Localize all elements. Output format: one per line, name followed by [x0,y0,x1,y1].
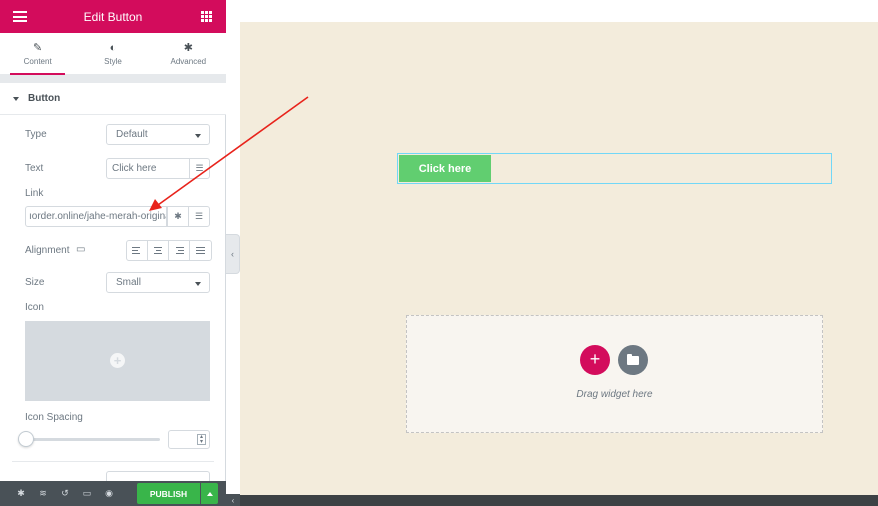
gear-icon[interactable]: ✱ [12,481,30,506]
alignment-choices [126,240,212,261]
publish-button[interactable]: PUBLISH [137,483,200,504]
contrast-icon: ◐ [109,41,117,54]
icon-picker[interactable]: + [25,321,210,401]
dynamic-tags-button[interactable]: ☰ [189,158,210,179]
text-input[interactable]: Click here [106,158,190,179]
button-widget[interactable]: Click here [397,153,832,184]
tab-style-label: Style [104,56,122,66]
chevron-left-icon: ‹ [231,495,235,505]
editor-window: Edit Button ✎ Content ◐ Style ✱ Advanced… [0,0,878,506]
type-select[interactable]: Default [106,124,210,145]
widgets-grid-icon[interactable] [201,11,212,22]
size-label: Size [25,277,45,288]
folder-icon [627,354,639,365]
layers-icon[interactable]: ≋ [34,481,52,506]
publish-options-button[interactable] [201,483,218,504]
chevron-down-icon [195,134,201,138]
chevron-left-icon: ‹ [231,249,234,259]
link-input-value: ıorder.online/jahe-merah-original [29,211,167,222]
panel-tabs: ✎ Content ◐ Style ✱ Advanced [0,33,226,75]
icon-label: Icon [25,302,44,313]
align-justify-button[interactable] [190,241,211,260]
add-template-button[interactable] [618,345,648,375]
caret-down-icon [13,96,19,101]
tab-content[interactable]: ✎ Content [0,33,75,75]
panel-header: Edit Button [0,0,226,33]
history-icon[interactable]: ↺ [56,481,74,506]
divider [12,461,214,462]
slider-handle[interactable] [18,431,34,447]
type-label: Type [25,129,47,140]
align-center-button[interactable] [148,241,169,260]
desktop-icon[interactable]: ▭ [76,244,85,255]
hamburger-menu-icon[interactable] [13,11,27,22]
panel-collapse-button[interactable]: ‹ [226,234,240,274]
drop-zone-text: Drag widget here [576,389,653,400]
gear-icon: ✱ [183,41,193,54]
link-label: Link [25,188,44,199]
section-title: Button [28,93,61,104]
add-section-button[interactable]: + [580,345,610,375]
database-icon: ☰ [195,163,204,173]
size-select[interactable]: Small [106,272,210,293]
spinner-icon[interactable]: ▴ ▾ [197,434,206,445]
chevron-up-icon [206,491,213,496]
alignment-label: Alignment [25,245,70,256]
text-input-value: Click here [112,163,157,174]
gear-icon: ✱ [174,211,182,221]
align-right-button[interactable] [169,241,190,260]
icon-spacing-label: Icon Spacing [25,412,83,423]
database-icon: ☰ [194,211,204,221]
responsive-icon[interactable]: ▭ [78,481,96,506]
type-select-value: Default [116,129,148,140]
link-dynamic-tags-button[interactable]: ☰ [188,206,210,227]
plus-icon: + [110,353,125,368]
editor-panel: Edit Button ✎ Content ◐ Style ✱ Advanced… [0,0,226,506]
eye-icon[interactable]: ◉ [100,481,118,506]
panel-title: Edit Button [83,9,143,24]
drop-zone[interactable]: + Drag widget here [406,315,823,433]
section-toggle-button[interactable]: Button [0,83,226,115]
text-label: Text [25,163,44,174]
preview-bottom-bar [240,495,878,506]
section-spacer [0,75,226,83]
panel-collapse-footer-button[interactable]: ‹ [226,494,240,506]
tab-advanced[interactable]: ✱ Advanced [151,33,226,74]
preview-button[interactable]: Click here [399,155,491,182]
icon-spacing-input[interactable]: ▴ ▾ [168,430,210,449]
chevron-down-icon [195,282,201,286]
tab-advanced-label: Advanced [170,56,207,66]
align-left-button[interactable] [127,241,148,260]
tab-style[interactable]: ◐ Style [75,33,150,74]
link-options-button[interactable]: ✱ [167,206,189,227]
tab-content-label: Content [23,56,52,66]
icon-spacing-slider[interactable] [25,438,160,441]
link-input[interactable]: ıorder.online/jahe-merah-original [25,206,167,227]
size-select-value: Small [116,277,142,288]
pencil-icon: ✎ [33,41,43,54]
